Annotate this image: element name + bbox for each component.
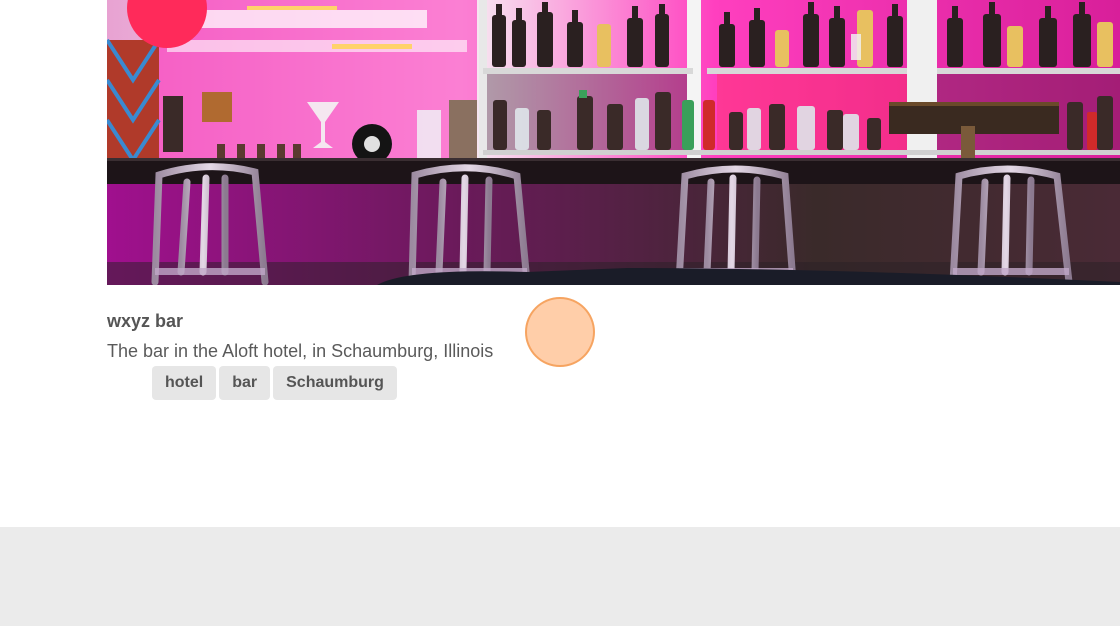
tag-hotel[interactable]: hotel	[152, 366, 217, 400]
photo-title: wxyz bar	[107, 311, 184, 331]
click-indicator	[525, 297, 595, 367]
tag-list: hotel bar Schaumburg	[152, 366, 397, 400]
tag-schaumburg[interactable]: Schaumburg	[273, 366, 397, 400]
tag-bar[interactable]: bar	[219, 366, 271, 400]
photo-description: The bar in the Aloft hotel, in Schaumbur…	[107, 341, 494, 361]
footer-area	[0, 527, 1120, 626]
bar-photo	[107, 0, 1120, 285]
page-content: wxyz bar The bar in the Aloft hotel, in …	[0, 0, 1120, 527]
